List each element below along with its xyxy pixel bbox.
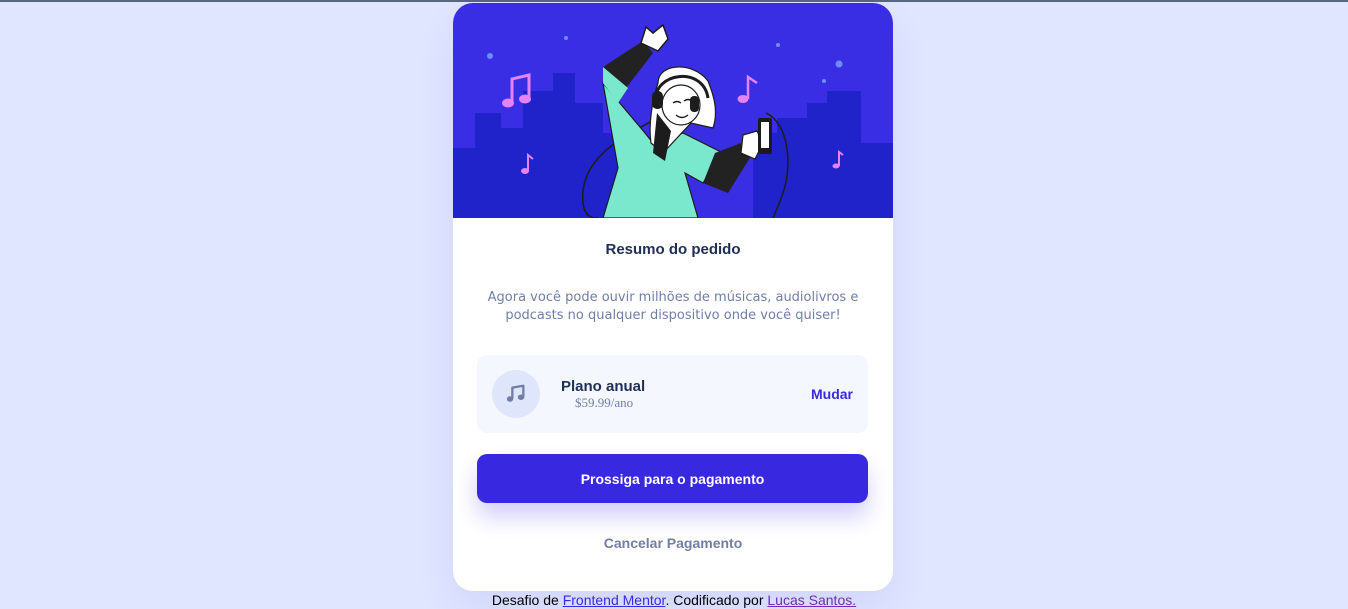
music-note-icon (492, 370, 540, 418)
attribution: Desafio de Frontend Mentor. Codificado p… (0, 592, 1348, 608)
change-plan-link[interactable]: Mudar (811, 386, 853, 402)
plan-name: Plano anual (561, 378, 646, 395)
attribution-prefix: Desafio de (491, 592, 563, 608)
page-title: Resumo do pedido (605, 241, 741, 258)
hero-illustration (453, 3, 893, 218)
order-description: Agora você pode ouvir milhões de músicas… (487, 290, 859, 323)
plan-price: $59.99/ano (575, 395, 634, 410)
cancel-payment-button[interactable]: Cancelar Pagamento (453, 531, 893, 555)
attribution-middle: . Codificado por (665, 592, 768, 608)
author-link[interactable]: Lucas Santos. (767, 592, 856, 608)
plan-summary: Plano anual $59.99/ano Mudar (477, 355, 868, 433)
frontend-mentor-link[interactable]: Frontend Mentor (563, 592, 666, 608)
proceed-to-payment-button[interactable]: Prossiga para o pagamento (477, 454, 868, 503)
order-summary-card: Resumo do pedido Agora você pode ouvir m… (453, 3, 893, 591)
